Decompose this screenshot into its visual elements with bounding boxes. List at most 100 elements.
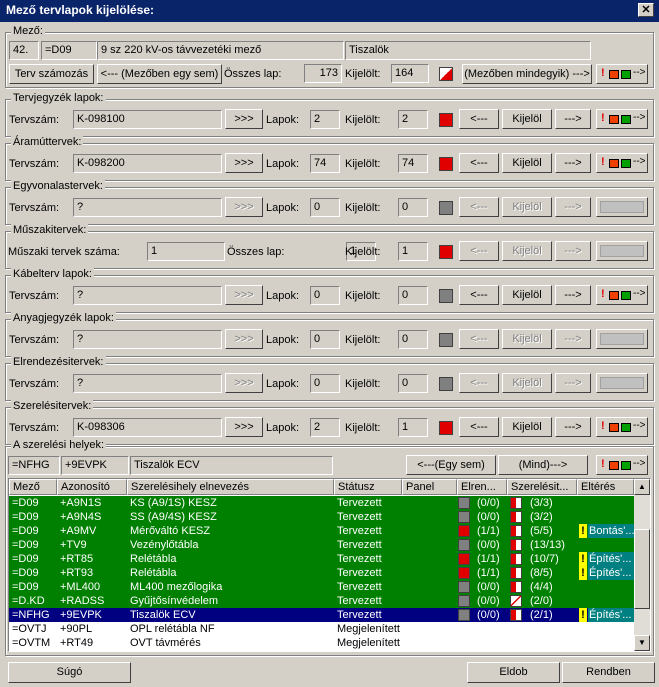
select-all-button[interactable]: ---> (555, 109, 591, 129)
cell-szerelesi: (4/4) (530, 581, 553, 593)
select-all-button[interactable]: ---> (555, 373, 591, 393)
kijelolt-label: Kijelölt: (345, 422, 381, 434)
column-header[interactable]: Panel (402, 479, 457, 495)
rendben-button[interactable]: Rendben (562, 662, 655, 683)
column-header[interactable]: Azonosító (57, 479, 127, 495)
mezoben-egy-sem-button[interactable]: <--- (Mezőben egy sem) (97, 64, 222, 84)
deselect-button[interactable]: <--- (459, 417, 499, 437)
section-status-indicator (439, 377, 453, 391)
helyek-legend-button[interactable]: ! --> (596, 455, 648, 475)
tervszam-field: K-098306 (73, 418, 222, 437)
deselect-button[interactable]: <--- (459, 241, 499, 261)
eldob-button[interactable]: Eldob (467, 662, 560, 683)
table-row[interactable]: =ÜRIK+RT89ÜRIK rel. táblaMegjelenített (9, 650, 634, 651)
section-legend-button[interactable]: ! --> (596, 109, 648, 129)
szerelesi-helyek-table[interactable]: Mező Azonosító Szerelésihely elnevezés Stát… (8, 478, 651, 652)
deselect-button[interactable]: <--- (459, 285, 499, 305)
open-plan-button[interactable]: >>> (225, 197, 263, 217)
table-row[interactable]: =OVTJ +90PL OPL relétábla NF Megjelenített (9, 622, 634, 636)
section-title: Áramúttervek: (11, 136, 84, 148)
deselect-button[interactable]: <--- (459, 373, 499, 393)
mezoben-mindegyik-button[interactable]: (Mezőben mindegyik) ---> (462, 64, 592, 84)
terv-szamozas-button[interactable]: Terv számozás (9, 64, 94, 84)
open-plan-button[interactable]: >>> (225, 329, 263, 349)
deselect-button[interactable]: <--- (459, 153, 499, 173)
cell-szerelesi: (3/3) (530, 497, 553, 509)
vertical-scrollbar[interactable]: ▲ ▼ (634, 479, 650, 651)
cell-elrendezes: (0/0) (477, 595, 500, 607)
close-button[interactable]: ✕ (638, 3, 654, 17)
section-legend-button[interactable] (596, 373, 648, 393)
scroll-thumb[interactable] (634, 529, 650, 609)
kijelol-button[interactable]: Kijelöl (502, 373, 552, 393)
section-legend-button[interactable]: ! --> (596, 153, 648, 173)
elrendezes-indicator (458, 595, 470, 607)
cell-mezo: =OVTJ (12, 623, 47, 635)
table-row[interactable]: =D09 +ML400 ML400 mezőlogika Tervezett (0/0)… (9, 580, 634, 594)
section-legend-button[interactable] (596, 329, 648, 349)
cell-status: Tervezett (337, 511, 382, 523)
select-all-button[interactable]: ---> (555, 417, 591, 437)
lapok-label: Lapok: (266, 334, 300, 346)
deselect-button[interactable]: <--- (459, 329, 499, 349)
open-plan-button[interactable]: >>> (225, 109, 263, 129)
kijelol-button[interactable]: Kijelöl (502, 241, 552, 261)
open-plan-button[interactable]: >>> (225, 285, 263, 305)
cell-mezo: =D09 (12, 553, 39, 565)
section-group-3: Műszakitervek: Műszaki tervek száma: 1 Össz… (5, 224, 654, 269)
deselect-button[interactable]: <--- (459, 109, 499, 129)
select-all-button[interactable]: ---> (555, 241, 591, 261)
open-plan-button[interactable]: >>> (225, 153, 263, 173)
column-header[interactable]: Szerelésit... (507, 479, 577, 495)
cell-szerelesi: (2/0) (530, 595, 553, 607)
mezo-number-field: 42. (9, 41, 39, 60)
table-row[interactable]: =D09 +RT85 Relétábla Tervezett (1/1) (10/7)! É… (9, 552, 634, 566)
select-all-button[interactable]: ---> (555, 329, 591, 349)
egy-sem-button[interactable]: <---(Egy sem) (406, 455, 496, 475)
cell-nev: Mérőváltó KESZ (130, 525, 211, 537)
scroll-up-icon[interactable]: ▲ (634, 479, 650, 495)
table-row[interactable]: =D.KD +RADSS Gyűjtősínvédelem Tervezett (0/0… (9, 594, 634, 608)
section-kijelolt-value: 0 (398, 286, 428, 305)
column-header[interactable]: Elren... (457, 479, 507, 495)
table-row[interactable]: =NFHG +9EVPK Tiszalök ECV Tervezett (0/0) (2/… (9, 608, 634, 622)
table-row[interactable]: =D09 +RT93 Relétábla Tervezett (1/1) (8/5)! Ép… (9, 566, 634, 580)
section-title: Szerelésitervek: (11, 400, 94, 412)
table-row[interactable]: =D09 +A9N4S SS (A9/4S) KESZ Tervezett (0/0) (… (9, 510, 634, 524)
scroll-down-icon[interactable]: ▼ (634, 635, 650, 651)
select-all-button[interactable]: ---> (555, 197, 591, 217)
section-legend-button[interactable] (596, 241, 648, 261)
cell-azonosito: +A9N1S (60, 497, 102, 509)
szerelesi-indicator (510, 511, 522, 523)
kijelol-button[interactable]: Kijelöl (502, 285, 552, 305)
table-row[interactable]: =D09 +A9N1S KS (A9/1S) KESZ Tervezett (0/0) (… (9, 496, 634, 510)
cell-elrendezes: (0/0) (477, 581, 500, 593)
select-all-button[interactable]: ---> (555, 153, 591, 173)
open-plan-button[interactable]: >>> (225, 417, 263, 437)
tervszam-field: ? (73, 330, 222, 349)
kijelol-button[interactable]: Kijelöl (502, 417, 552, 437)
mezo-name-field: 9 sz 220 kV-os távvezetéki mező (97, 41, 344, 60)
open-plan-button[interactable]: >>> (225, 373, 263, 393)
kijelol-button[interactable]: Kijelöl (502, 329, 552, 349)
mind-button[interactable]: (Mind)---> (498, 455, 588, 475)
table-row[interactable]: =D09 +TV9 Vezénylőtábla Tervezett (0/0) (13/1… (9, 538, 634, 552)
section-legend-button[interactable]: ! --> (596, 417, 648, 437)
mezo-group: Mező: 42. =D09 9 sz 220 kV-os távvezeték… (5, 25, 654, 88)
column-header[interactable]: Szerelésihely elnevezés (127, 479, 334, 495)
section-legend-button[interactable] (596, 197, 648, 217)
column-header[interactable]: Eltérés (577, 479, 634, 495)
kijelol-button[interactable]: Kijelöl (502, 153, 552, 173)
column-header[interactable]: Státusz (334, 479, 402, 495)
table-row[interactable]: =D09 +A9MV Mérőváltó KESZ Tervezett (1/1) (5/… (9, 524, 634, 538)
kijelol-button[interactable]: Kijelöl (502, 197, 552, 217)
section-legend-button[interactable]: ! --> (596, 285, 648, 305)
table-row[interactable]: =OVTM +RT49 OVT távmérés Megjelenített (9, 636, 634, 650)
kijelol-button[interactable]: Kijelöl (502, 109, 552, 129)
mezo-legend-button[interactable]: ! --> (596, 64, 648, 84)
column-header[interactable]: Mező (9, 479, 57, 495)
deselect-button[interactable]: <--- (459, 197, 499, 217)
sugo-button[interactable]: Súgó (8, 662, 131, 683)
select-all-button[interactable]: ---> (555, 285, 591, 305)
cell-status: Tervezett (337, 609, 382, 621)
